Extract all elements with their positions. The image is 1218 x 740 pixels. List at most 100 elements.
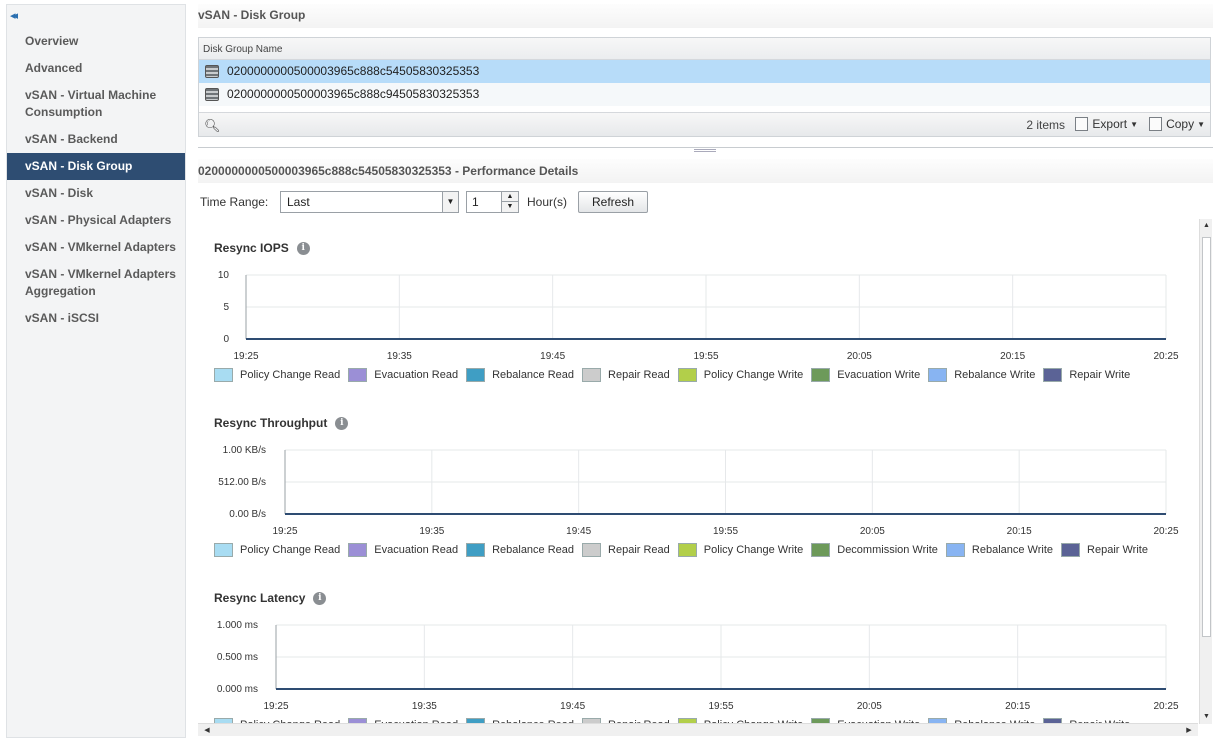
scroll-right-icon[interactable]: ▶ xyxy=(1182,724,1196,737)
info-icon[interactable]: i xyxy=(335,416,349,430)
performance-details-title: 0200000000500003965c888c54505830325353 -… xyxy=(198,164,579,178)
chevron-down-icon[interactable]: ▼ xyxy=(442,192,458,212)
legend-swatch xyxy=(1061,543,1081,557)
legend-label: Policy Change Read xyxy=(240,369,341,381)
legend-label: Rebalance Read xyxy=(492,369,575,381)
x-tick-label: 20:25 xyxy=(1153,526,1178,537)
splitter-grip-icon[interactable] xyxy=(694,149,716,152)
legend-item[interactable]: Policy Change Write xyxy=(677,543,803,557)
chart-title: Resync IOPS i xyxy=(214,241,310,255)
binoculars-icon[interactable]: 🔍︎ xyxy=(204,118,221,134)
scroll-left-icon[interactable]: ◀ xyxy=(200,724,214,737)
y-tick-label: 0.500 ms xyxy=(217,652,258,663)
chart-legend: Policy Change Read Evacuation Read Rebalan… xyxy=(214,368,1138,382)
legend-swatch xyxy=(582,543,602,557)
legend-item[interactable]: Rebalance Read xyxy=(466,543,574,557)
legend-item[interactable]: Policy Change Read xyxy=(214,368,340,382)
legend-label: Repair Write xyxy=(1087,544,1148,556)
legend-item[interactable]: Repair Read xyxy=(582,368,670,382)
legend-item[interactable]: Policy Change Read xyxy=(214,543,340,557)
legend-label: Evacuation Read xyxy=(374,544,459,556)
chart-legend: Policy Change Read Evacuation Read Rebalan… xyxy=(214,543,1156,557)
export-icon xyxy=(1075,117,1089,131)
info-icon[interactable]: i xyxy=(313,591,327,605)
legend-item[interactable]: Evacuation Read xyxy=(348,368,458,382)
column-header-disk-group-name[interactable]: Disk Group Name xyxy=(199,38,1210,60)
legend-item[interactable]: Rebalance Read xyxy=(466,368,574,382)
x-tick-label: 19:35 xyxy=(412,701,437,712)
table-row[interactable]: 0200000000500003965c888c54505830325353 xyxy=(199,60,1210,83)
time-range-value: Last xyxy=(287,195,310,209)
legend-swatch xyxy=(582,368,602,382)
chart-plot: 1.000 ms 0.500 ms 0.000 ms 19:25 19:35 19:45 1… xyxy=(217,620,1179,712)
sidebar-item-vmkernel-adapters[interactable]: vSAN - VMkernel Adapters xyxy=(7,234,185,261)
y-tick-label: 0.00 B/s xyxy=(229,509,266,520)
disk-group-grid: Disk Group Name 0200000000500003965c888c… xyxy=(198,37,1211,137)
legend-swatch xyxy=(348,368,368,382)
legend-item[interactable]: Rebalance Write xyxy=(945,543,1053,557)
legend-item[interactable]: Evacuation Write xyxy=(811,368,920,382)
sidebar-item-disk-group[interactable]: vSAN - Disk Group xyxy=(7,153,185,180)
hours-value: 1 xyxy=(472,195,479,209)
export-button[interactable]: Export ▼ xyxy=(1075,117,1138,131)
chart-title-text: Resync Latency xyxy=(214,591,306,605)
sidebar-item-iscsi[interactable]: vSAN - iSCSI xyxy=(7,305,185,332)
x-tick-label: 20:25 xyxy=(1153,701,1178,712)
y-tick-label: 10 xyxy=(218,270,230,281)
stepper-up-icon[interactable]: ▲ xyxy=(501,192,518,202)
legend-item[interactable]: Policy Change Write xyxy=(677,368,803,382)
sidebar-item-advanced[interactable]: Advanced xyxy=(7,55,185,82)
info-icon[interactable]: i xyxy=(296,241,310,255)
legend-item[interactable]: Rebalance Write xyxy=(928,368,1035,382)
sidebar-item-overview[interactable]: Overview xyxy=(7,28,185,55)
x-tick-label: 19:45 xyxy=(540,351,565,362)
main-panel: vSAN - Disk Group Disk Group Name 020000… xyxy=(198,4,1213,738)
x-tick-label: 20:05 xyxy=(857,701,882,712)
x-tick-label: 20:15 xyxy=(1007,526,1032,537)
scroll-down-icon[interactable]: ▼ xyxy=(1200,710,1213,724)
collapse-sidebar-icon[interactable]: ◂◂ xyxy=(10,9,18,22)
chart-title-text: Resync IOPS xyxy=(214,241,289,255)
legend-item[interactable]: Repair Write xyxy=(1061,543,1148,557)
stepper-down-icon[interactable]: ▼ xyxy=(501,202,518,212)
legend-label: Repair Read xyxy=(608,544,670,556)
time-range-select[interactable]: Last ▼ xyxy=(280,191,459,213)
panel-splitter[interactable] xyxy=(198,147,1213,152)
table-row[interactable]: 0200000000500003965c888c94505830325353 xyxy=(199,83,1210,106)
legend-item[interactable]: Decommission Write xyxy=(811,543,938,557)
disk-group-icon xyxy=(205,65,219,78)
disk-group-title-bar xyxy=(198,4,1213,28)
copy-button[interactable]: Copy ▼ xyxy=(1149,117,1205,131)
scroll-up-icon[interactable]: ▲ xyxy=(1200,219,1213,233)
scrollbar-thumb[interactable] xyxy=(1202,237,1211,637)
x-tick-label: 19:45 xyxy=(560,701,585,712)
chart-title-text: Resync Throughput xyxy=(214,416,328,430)
horizontal-scrollbar[interactable]: ◀ ▶ xyxy=(198,723,1198,736)
legend-item[interactable]: Repair Write xyxy=(1043,368,1130,382)
sidebar-item-vmkernel-aggregation[interactable]: vSAN - VMkernel Adapters Aggregation xyxy=(7,261,185,305)
copy-label: Copy xyxy=(1166,117,1195,131)
sidebar-item-physical-adapters[interactable]: vSAN - Physical Adapters xyxy=(7,207,185,234)
legend-swatch xyxy=(677,543,697,557)
x-tick-label: 19:55 xyxy=(713,526,738,537)
x-tick-label: 19:55 xyxy=(708,701,733,712)
disk-group-name: 0200000000500003965c888c54505830325353 xyxy=(227,64,480,78)
charts-area: Resync IOPS i 10 5 0 19:25 19:35 19:45 19:55 20… xyxy=(198,219,1198,724)
vertical-scrollbar[interactable]: ▲ ▼ xyxy=(1199,219,1212,724)
legend-swatch xyxy=(677,368,697,382)
sidebar-item-backend[interactable]: vSAN - Backend xyxy=(7,126,185,153)
legend-item[interactable]: Repair Read xyxy=(582,543,670,557)
sidebar-item-vm-consumption[interactable]: vSAN - Virtual Machine Consumption xyxy=(7,82,185,126)
sidebar-item-disk[interactable]: vSAN - Disk xyxy=(7,180,185,207)
legend-swatch xyxy=(466,543,486,557)
chevron-down-icon: ▼ xyxy=(1197,119,1205,129)
y-tick-label: 512.00 B/s xyxy=(218,477,266,488)
legend-item[interactable]: Evacuation Read xyxy=(348,543,458,557)
legend-label: Evacuation Read xyxy=(374,369,459,381)
refresh-button[interactable]: Refresh xyxy=(578,191,648,213)
legend-swatch xyxy=(466,368,486,382)
x-tick-label: 20:05 xyxy=(860,526,885,537)
hours-stepper[interactable]: 1 ▲ ▼ xyxy=(466,191,519,213)
legend-swatch xyxy=(348,543,368,557)
y-tick-label: 1.00 KB/s xyxy=(223,445,266,456)
